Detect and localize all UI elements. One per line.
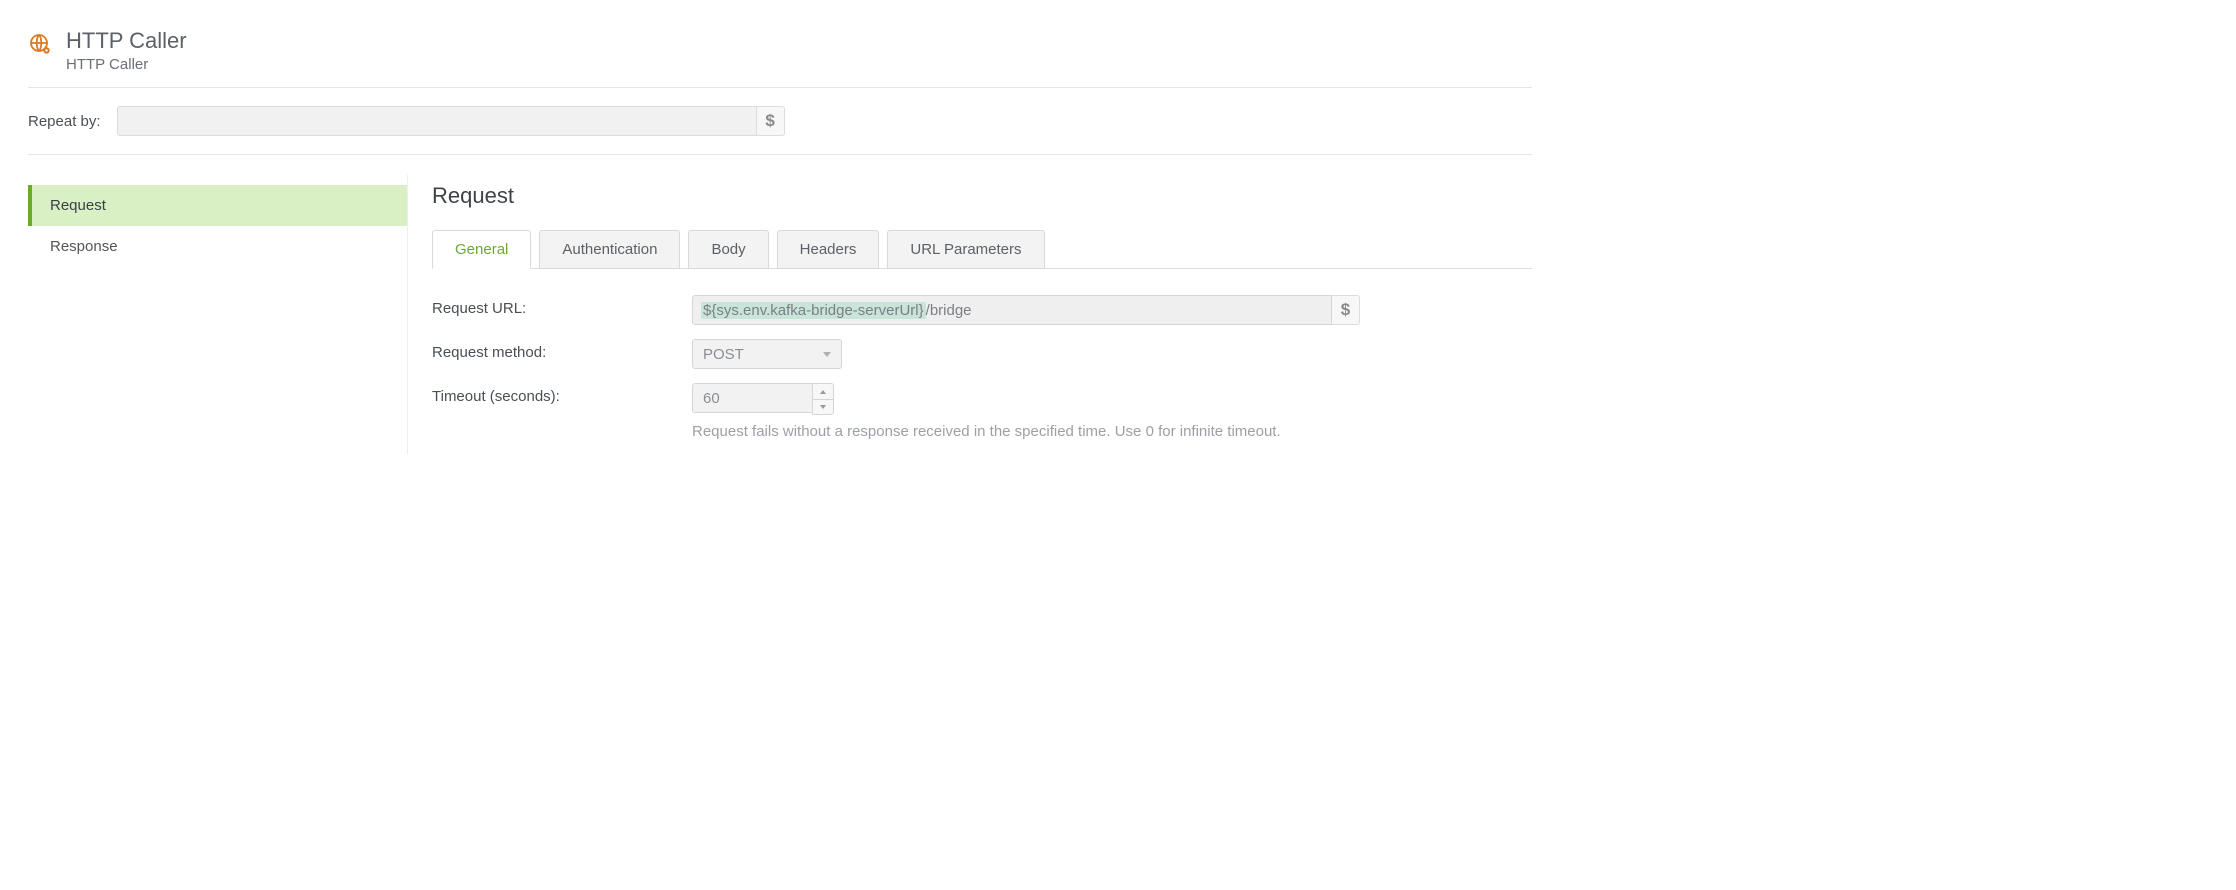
tab-url-parameters[interactable]: URL Parameters [887, 230, 1044, 269]
tab-label: Authentication [562, 241, 657, 258]
tab-general[interactable]: General [432, 230, 531, 269]
timeout-input[interactable] [692, 383, 812, 413]
section-heading: Request [432, 183, 1532, 209]
side-nav-item-response[interactable]: Response [28, 226, 407, 267]
request-url-input[interactable]: ${sys.env.kafka-bridge-serverUrl}/bridge [692, 295, 1332, 325]
tab-headers[interactable]: Headers [777, 230, 880, 269]
timeout-hint: Request fails without a response receive… [692, 423, 1281, 440]
tab-label: Headers [800, 241, 857, 258]
request-tab-bar: General Authentication Body Headers URL … [432, 229, 1532, 269]
timeout-step-down[interactable] [813, 399, 833, 414]
repeat-by-input[interactable] [117, 106, 757, 136]
variable-picker-button[interactable]: $ [1332, 295, 1360, 325]
repeat-by-label: Repeat by: [28, 113, 101, 130]
tab-label: Body [711, 241, 745, 258]
globe-gear-icon [28, 32, 52, 56]
request-method-select[interactable]: POST [692, 339, 842, 369]
tab-label: General [455, 241, 508, 258]
timeout-step-up[interactable] [813, 384, 833, 399]
chevron-up-icon [820, 390, 826, 394]
repeat-by-row: Repeat by: $ [28, 88, 1532, 155]
variable-picker-button[interactable]: $ [757, 106, 785, 136]
request-method-label: Request method: [432, 339, 692, 361]
timeout-label: Timeout (seconds): [432, 383, 692, 405]
tab-label: URL Parameters [910, 241, 1021, 258]
side-nav: Request Response [28, 175, 408, 454]
request-url-variable: ${sys.env.kafka-bridge-serverUrl} [701, 302, 926, 319]
side-nav-item-request[interactable]: Request [28, 185, 407, 226]
chevron-down-icon [820, 405, 826, 409]
tab-authentication[interactable]: Authentication [539, 230, 680, 269]
page-title: HTTP Caller [66, 28, 187, 54]
side-nav-item-label: Request [50, 197, 106, 214]
request-method-value: POST [703, 346, 744, 363]
header: HTTP Caller HTTP Caller [28, 24, 1532, 88]
tab-body[interactable]: Body [688, 230, 768, 269]
page-subtitle: HTTP Caller [66, 56, 187, 73]
side-nav-item-label: Response [50, 238, 118, 255]
request-url-label: Request URL: [432, 295, 692, 317]
request-url-rest: /bridge [926, 302, 972, 319]
chevron-down-icon [823, 352, 831, 357]
